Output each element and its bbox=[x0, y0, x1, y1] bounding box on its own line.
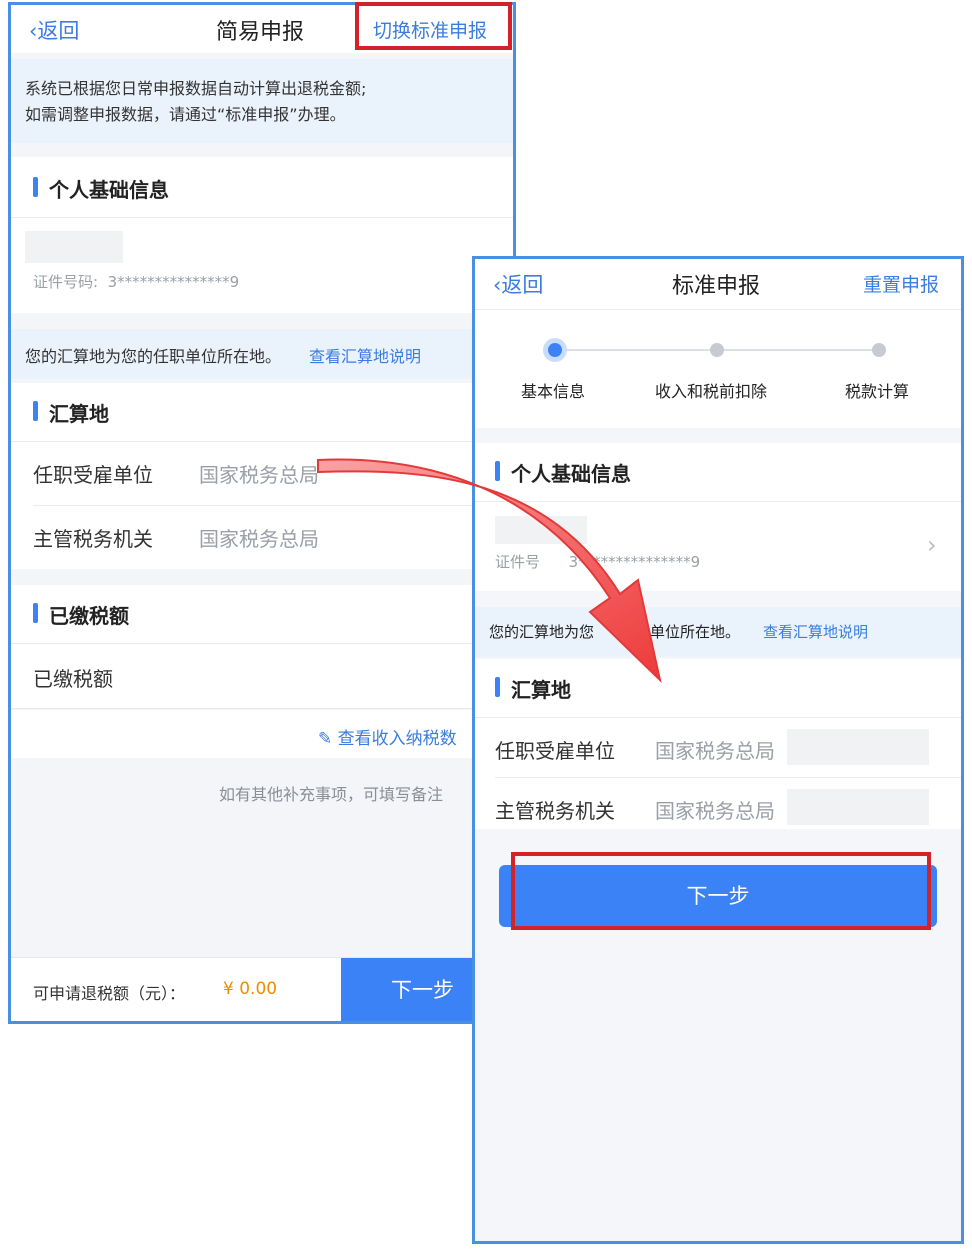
arrow-shape bbox=[317, 458, 662, 684]
guide-arrow bbox=[317, 458, 662, 684]
